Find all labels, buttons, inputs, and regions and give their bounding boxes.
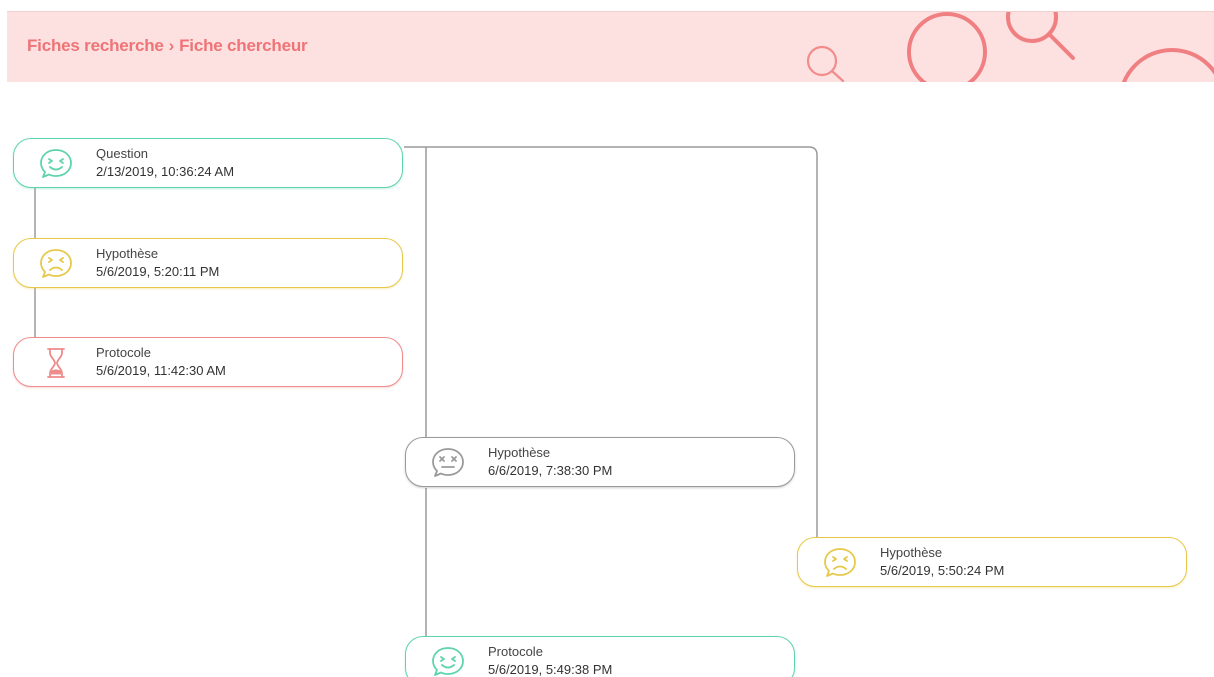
research-tree-page: Fiches recherche › Fiche chercheur Quest…	[0, 0, 1214, 677]
magnifier-decoration	[806, 12, 1214, 82]
node-title: Protocole	[488, 644, 543, 659]
tree-node-question[interactable]: Question 2/13/2019, 10:36:24 AM	[13, 138, 403, 188]
happy-speech-bubble-icon	[432, 647, 464, 676]
node-title: Hypothèse	[488, 445, 551, 460]
large-ring-icon	[907, 12, 987, 82]
node-title: Protocole	[96, 345, 151, 360]
node-title: Hypothèse	[880, 545, 943, 560]
header-banner: Fiches recherche › Fiche chercheur	[7, 12, 1214, 82]
edge-ring-icon	[1121, 48, 1214, 82]
tree-node-protocole[interactable]: Protocole 5/6/2019, 11:42:30 AM	[13, 337, 403, 387]
left-edge	[0, 0, 7, 677]
node-date: 5/6/2019, 5:49:38 PM	[488, 662, 613, 677]
sad-speech-bubble-icon	[40, 249, 72, 278]
happy-speech-bubble-icon	[40, 149, 72, 178]
tree-node-hypothese[interactable]: Hypothèse 5/6/2019, 5:50:24 PM	[797, 537, 1187, 587]
node-title: Hypothèse	[96, 246, 159, 261]
sad-speech-bubble-icon	[824, 548, 856, 577]
dead-speech-bubble-icon	[432, 448, 464, 477]
tree-node-protocole[interactable]: Protocole 5/6/2019, 5:49:38 PM	[405, 636, 795, 677]
top-magnifier-lens-icon	[1006, 12, 1058, 43]
node-date: 2/13/2019, 10:36:24 AM	[96, 164, 235, 179]
tree-node-hypothese[interactable]: Hypothèse 6/6/2019, 7:38:30 PM	[405, 437, 795, 487]
node-title: Question	[96, 146, 149, 161]
tree-node-hypothese[interactable]: Hypothèse 5/6/2019, 5:20:11 PM	[13, 238, 403, 288]
node-date: 5/6/2019, 5:20:11 PM	[96, 264, 220, 279]
node-date: 5/6/2019, 11:42:30 AM	[96, 363, 226, 378]
hourglass-icon	[47, 348, 65, 378]
node-date: 5/6/2019, 5:50:24 PM	[880, 563, 1005, 578]
node-date: 6/6/2019, 7:38:30 PM	[488, 463, 613, 478]
